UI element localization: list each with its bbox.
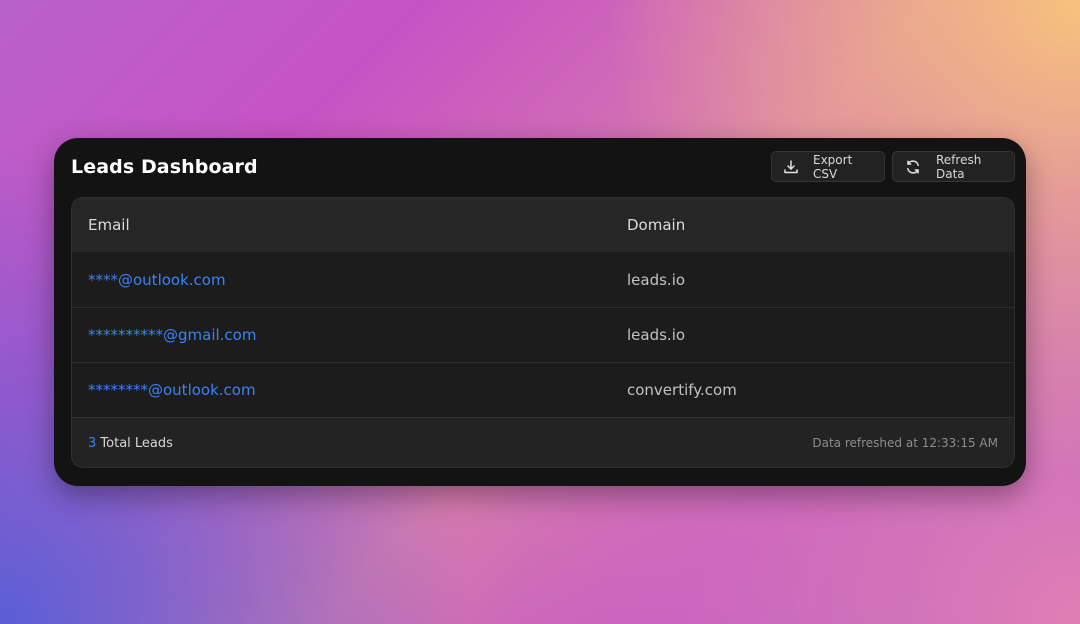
download-icon [783,158,799,175]
table-header: Email Domain [72,198,1014,252]
toolbar: Export CSV Refresh Data [771,151,1015,182]
refresh-icon [905,158,921,175]
table-row: ********@outlook.com convertify.com [72,362,1014,417]
domain-cell: leads.io [627,270,686,289]
column-header-email: Email [88,216,130,234]
page-title: Leads Dashboard [71,156,258,178]
table-row: ****@outlook.com leads.io [72,252,1014,307]
table-footer: 3 Total Leads Data refreshed at 12:33:15… [72,417,1014,467]
table-body: ****@outlook.com leads.io **********@gma… [72,252,1014,417]
email-cell: ****@outlook.com [72,271,627,289]
email-link[interactable]: ********@outlook.com [88,381,256,399]
column-header-domain: Domain [627,216,686,234]
total-leads-count: 3 [88,435,97,451]
table-row: **********@gmail.com leads.io [72,307,1014,362]
email-link[interactable]: **********@gmail.com [88,326,256,344]
domain-cell: leads.io [627,326,686,344]
refresh-timestamp: Data refreshed at 12:33:15 AM [812,436,998,450]
leads-dashboard-card: Leads Dashboard Export CSV Refresh Data … [54,138,1026,486]
refresh-data-button[interactable]: Refresh Data [892,151,1015,182]
domain-cell: convertify.com [627,381,737,399]
leads-table: Email Domain ****@outlook.com leads.io *… [71,197,1015,468]
email-link[interactable]: ****@outlook.com [88,271,226,289]
total-leads: 3 Total Leads [88,436,173,451]
email-cell: ********@outlook.com [72,381,627,399]
export-csv-label: Export CSV [813,152,853,181]
refresh-data-label: Refresh Data [936,152,982,181]
total-leads-label: Total Leads [100,435,173,451]
export-csv-button[interactable]: Export CSV [771,151,885,182]
email-cell: **********@gmail.com [72,326,627,344]
